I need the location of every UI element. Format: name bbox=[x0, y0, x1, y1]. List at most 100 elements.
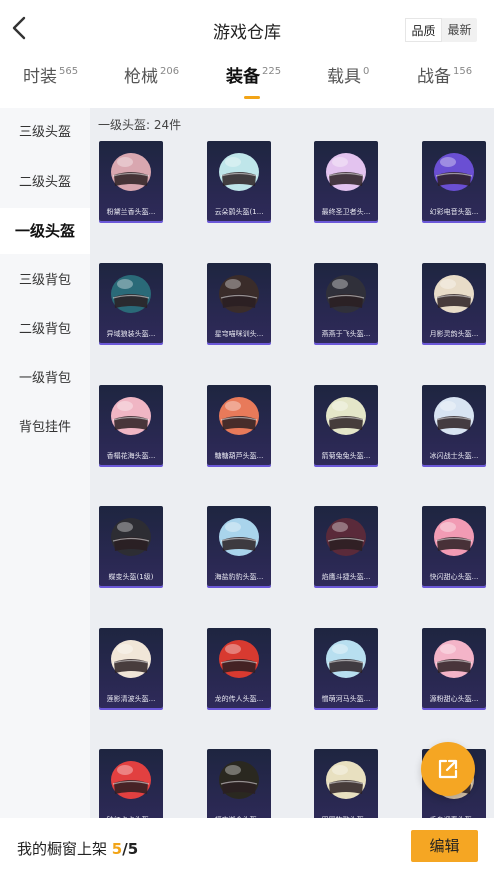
sidebar-item-level1-backpack[interactable]: 一级背包 bbox=[0, 356, 90, 402]
bottom-bar: 我的橱窗上架 5/5 编辑 bbox=[0, 818, 494, 875]
helmet-icon bbox=[326, 153, 366, 191]
item-name: 星穹喵咪训头... bbox=[214, 330, 264, 338]
helmet-item-card[interactable]: 云朵鹞头盔(1... bbox=[207, 141, 271, 221]
helmet-icon bbox=[434, 153, 474, 191]
item-name: 蝶变头盔(1级) bbox=[108, 573, 154, 581]
tab-guns[interactable]: 枪械 206 bbox=[124, 62, 179, 104]
edit-button[interactable]: 编辑 bbox=[411, 830, 478, 862]
item-name: 莲影清波头盔... bbox=[106, 695, 156, 703]
tab-supplies[interactable]: 战备 156 bbox=[417, 62, 472, 104]
helmet-icon bbox=[219, 518, 259, 556]
sort-toggle: 品质 最新 bbox=[405, 18, 477, 42]
helmet-item-card[interactable]: 莲影清波头盔... bbox=[99, 628, 163, 708]
showcase-label: 我的橱窗上架 bbox=[17, 840, 108, 858]
item-name: 箭菊兔兔头盔... bbox=[321, 452, 371, 460]
helmet-icon bbox=[326, 275, 366, 313]
helmet-icon bbox=[326, 518, 366, 556]
helmet-item-card[interactable]: 香榻花海头盔... bbox=[99, 385, 163, 465]
tab-equipment[interactable]: 装备 225 bbox=[226, 62, 281, 104]
sidebar-item-backpack-charm[interactable]: 背包挂件 bbox=[0, 405, 90, 451]
helmet-icon bbox=[434, 397, 474, 435]
item-grid-panel: 一级头盔: 24件 粉黛兰香头盔... 云朵鹞头盔(1... 最终圣卫者头... 幻彩… bbox=[90, 108, 494, 818]
helmet-icon bbox=[326, 640, 366, 678]
helmet-icon bbox=[219, 275, 259, 313]
helmet-item-card[interactable]: 最终圣卫者头... bbox=[314, 141, 378, 221]
helmet-item-card[interactable]: 焰鹰斗捷头盔... bbox=[314, 506, 378, 586]
tab-label: 装备 bbox=[226, 67, 260, 87]
helmet-item-card[interactable]: 蝶变头盔(1级) bbox=[99, 506, 163, 586]
item-name: 粉黛兰香头盔... bbox=[106, 208, 156, 216]
helmet-item-card[interactable]: 快闪甜心头盔... bbox=[422, 506, 486, 586]
helmet-icon bbox=[111, 397, 151, 435]
item-name: 云朵鹞头盔(1... bbox=[214, 208, 264, 216]
share-button[interactable] bbox=[421, 742, 475, 796]
item-name: 快闪甜心头盔... bbox=[429, 573, 479, 581]
external-link-icon bbox=[438, 759, 458, 779]
item-name: 焰鹰斗捷头盔... bbox=[321, 573, 371, 581]
tab-label: 载具 bbox=[327, 67, 361, 87]
helmet-item-card[interactable]: 星穹喵咪训头... bbox=[207, 263, 271, 343]
tab-count: 156 bbox=[453, 66, 473, 77]
sidebar: 三级头盔 二级头盔 一级头盔 三级背包 二级背包 一级背包 背包挂件 bbox=[0, 108, 90, 818]
helmet-item-card[interactable]: 田园牧歌头盔... bbox=[314, 749, 378, 818]
tab-label: 枪械 bbox=[124, 67, 158, 87]
tab-label: 战备 bbox=[417, 67, 451, 87]
helmet-icon bbox=[326, 761, 366, 799]
showcase-status: 我的橱窗上架 5/5 bbox=[17, 838, 138, 859]
item-name: 最终圣卫者头... bbox=[321, 208, 371, 216]
helmet-item-card[interactable]: 异域狼装头盔... bbox=[99, 263, 163, 343]
helmet-item-card[interactable]: 月影灵韵头盔... bbox=[422, 263, 486, 343]
helmet-item-card[interactable]: 幻彩电音头盔... bbox=[422, 141, 486, 221]
helmet-item-card[interactable]: 龙的传人头盔... bbox=[207, 628, 271, 708]
sidebar-item-level3-backpack[interactable]: 三级背包 bbox=[0, 258, 90, 304]
helmet-item-card[interactable]: 憎萌河马头盔... bbox=[314, 628, 378, 708]
item-name: 冰闪战士头盔... bbox=[429, 452, 479, 460]
helmet-icon bbox=[326, 397, 366, 435]
helmet-item-card[interactable]: 糖糖葫芦头盔... bbox=[207, 385, 271, 465]
helmet-item-card[interactable]: 源粉甜心头盔... bbox=[422, 628, 486, 708]
sidebar-item-level3-helmet[interactable]: 三级头盔 bbox=[0, 110, 90, 156]
item-name: 幻彩电音头盔... bbox=[429, 208, 479, 216]
item-name: 憎萌河马头盔... bbox=[321, 695, 371, 703]
helmet-item-card[interactable]: 蝠夜迦金头盔... bbox=[207, 749, 271, 818]
section-title: 一级头盔: 24件 bbox=[98, 118, 182, 132]
tab-vehicles[interactable]: 载具 0 bbox=[327, 62, 369, 104]
sort-latest-button[interactable]: 最新 bbox=[442, 18, 477, 42]
tab-count: 0 bbox=[363, 66, 370, 77]
sidebar-item-level1-helmet[interactable]: 一级头盔 bbox=[0, 208, 90, 254]
item-name: 海盐豹豹头盔... bbox=[214, 573, 264, 581]
showcase-current: 5 bbox=[111, 840, 123, 858]
item-name: 龙的传人头盔... bbox=[214, 695, 264, 703]
item-name: 异域狼装头盔... bbox=[106, 330, 156, 338]
helmet-icon bbox=[434, 518, 474, 556]
item-name: 月影灵韵头盔... bbox=[429, 330, 479, 338]
tab-fashion[interactable]: 时装 565 bbox=[23, 62, 78, 104]
helmet-item-card[interactable]: 粉黛兰香头盔... bbox=[99, 141, 163, 221]
sidebar-item-level2-backpack[interactable]: 二级背包 bbox=[0, 307, 90, 353]
item-name: 源粉甜心头盔... bbox=[429, 695, 479, 703]
helmet-item-card[interactable]: 冰闪战士头盔... bbox=[422, 385, 486, 465]
item-name: 燕燕于飞头盔... bbox=[321, 330, 371, 338]
item-name: 糖糖葫芦头盔... bbox=[214, 452, 264, 460]
tab-label: 时装 bbox=[23, 67, 57, 87]
helmet-item-card[interactable]: 钟红点点头盔... bbox=[99, 749, 163, 818]
helmet-icon bbox=[111, 761, 151, 799]
top-bar: 游戏仓库 品质 最新 bbox=[0, 0, 494, 56]
showcase-total: /5 bbox=[122, 840, 139, 858]
helmet-item-card[interactable]: 箭菊兔兔头盔... bbox=[314, 385, 378, 465]
helmet-item-card[interactable]: 燕燕于飞头盔... bbox=[314, 263, 378, 343]
helmet-icon bbox=[219, 153, 259, 191]
helmet-icon bbox=[219, 761, 259, 799]
helmet-icon bbox=[434, 275, 474, 313]
active-tab-indicator bbox=[244, 96, 260, 99]
helmet-icon bbox=[219, 397, 259, 435]
helmet-icon bbox=[111, 518, 151, 556]
tab-count: 565 bbox=[59, 66, 79, 77]
item-name: 香榻花海头盔... bbox=[106, 452, 156, 460]
helmet-icon bbox=[219, 640, 259, 678]
sidebar-item-level2-helmet[interactable]: 二级头盔 bbox=[0, 160, 90, 206]
tab-count: 225 bbox=[262, 66, 282, 77]
helmet-item-card[interactable]: 海盐豹豹头盔... bbox=[207, 506, 271, 586]
helmet-icon bbox=[111, 153, 151, 191]
sort-quality-button[interactable]: 品质 bbox=[405, 18, 442, 42]
